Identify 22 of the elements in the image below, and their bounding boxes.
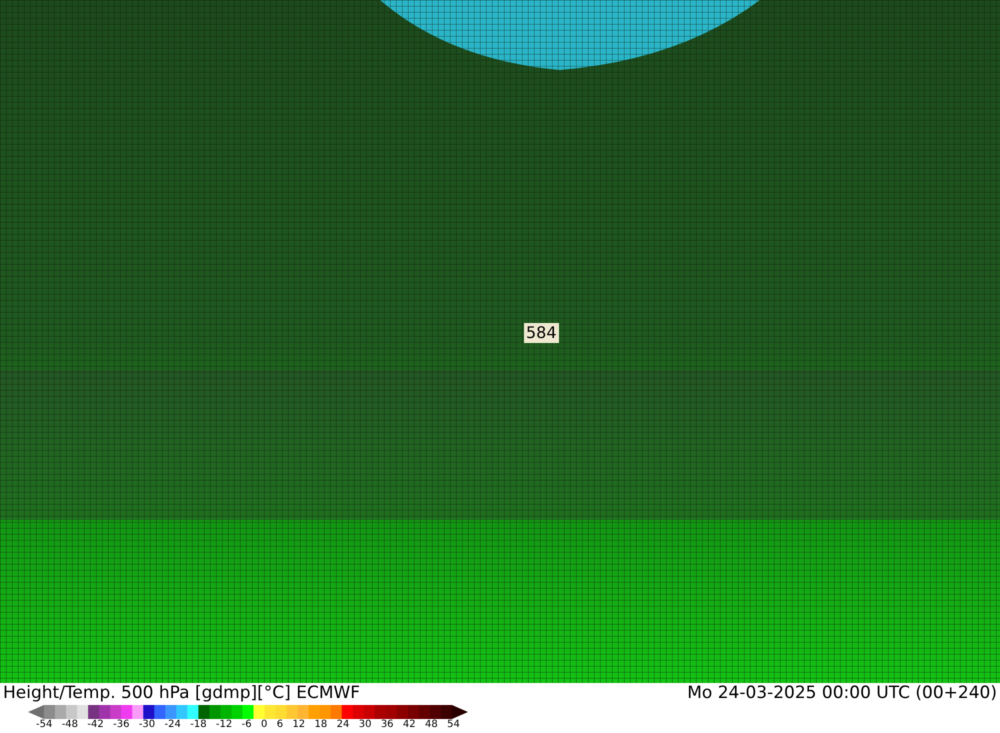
scale-tick-label: 12 bbox=[292, 719, 306, 731]
scale-tick-label: 18 bbox=[314, 719, 328, 731]
scale-tick-label: -36 bbox=[113, 719, 130, 731]
scale-tick-label: 42 bbox=[402, 719, 416, 731]
scale-tick-label: 48 bbox=[425, 719, 438, 731]
scale-tick-label: 0 bbox=[260, 719, 268, 731]
scale-tick-label: -24 bbox=[164, 719, 181, 731]
scale-tick-label: -12 bbox=[216, 719, 232, 731]
valid-time: Mo 24-03-2025 00:00 UTC (00+240) bbox=[687, 682, 997, 706]
scale-tick-label: -18 bbox=[190, 719, 207, 731]
scale-tick-label: -30 bbox=[138, 719, 156, 731]
scale-tick-label: 30 bbox=[358, 719, 372, 731]
scale-tick-label: 24 bbox=[336, 719, 350, 731]
contour-label: 584 bbox=[524, 323, 559, 343]
scale-tick-label: 6 bbox=[276, 719, 284, 731]
scale-tick-label: -6 bbox=[242, 719, 252, 731]
chart-title: Height/Temp. 500 hPa [gdmp][°C] ECMWF bbox=[3, 682, 360, 706]
scale-tick-label: 54 bbox=[447, 719, 460, 731]
scale-tick-label: 36 bbox=[380, 719, 394, 731]
scale-tick-label: -54 bbox=[36, 719, 52, 731]
scale-tick-label: -48 bbox=[62, 719, 78, 731]
scale-tick-label: -42 bbox=[87, 719, 104, 731]
